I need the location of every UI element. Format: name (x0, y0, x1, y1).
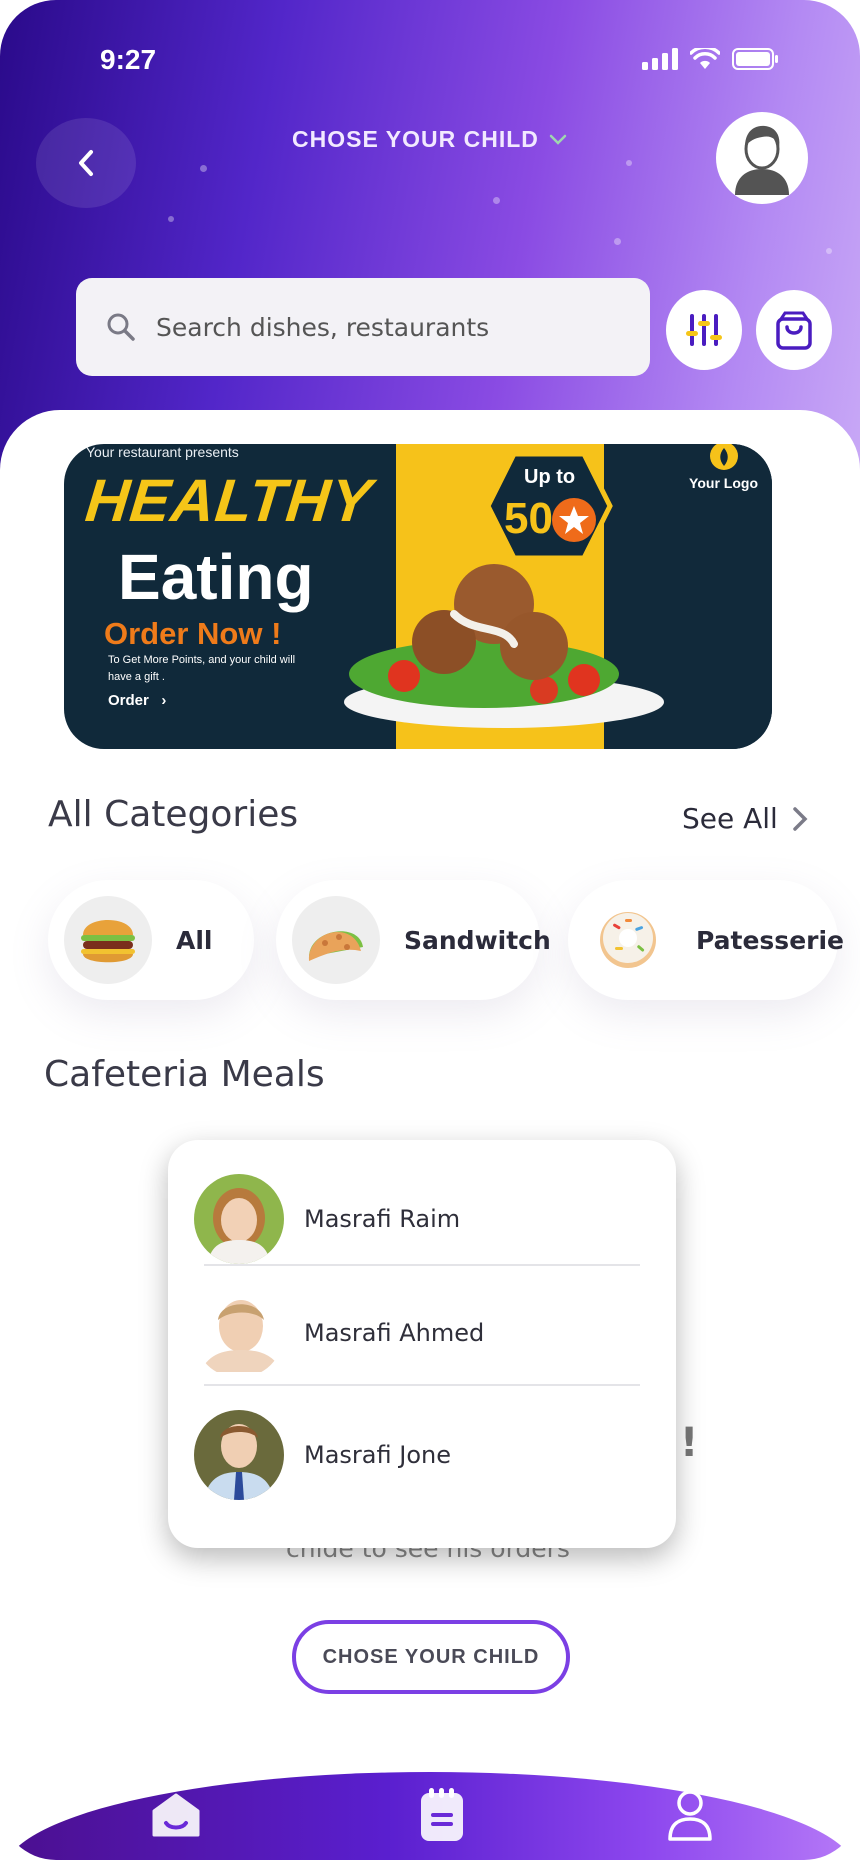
decor-dot (200, 165, 207, 172)
chevron-right-icon (793, 806, 808, 831)
see-all-link[interactable]: See All (682, 802, 808, 835)
burger-icon (64, 896, 152, 984)
battery-icon (732, 48, 778, 70)
decor-dot (626, 160, 632, 166)
child-dropdown-menu: Masrafi Raim Masrafi Ahmed Masrafi Jone (168, 1140, 676, 1548)
home-icon (152, 1793, 200, 1837)
banner-headline: HEALTHY (82, 467, 376, 534)
status-bar: 9:27 (0, 40, 860, 80)
promo-banner[interactable]: Your restaurant presents HEALTHY Eating … (64, 444, 772, 749)
chose-child-button[interactable]: CHOSE YOUR CHILD (292, 1620, 570, 1694)
banner-cta-text: To Get More Points, and your child will … (108, 654, 296, 683)
search-box[interactable] (76, 278, 650, 376)
decor-dot (493, 197, 500, 204)
profile-avatar-button[interactable] (716, 112, 808, 204)
category-patesserie[interactable]: Patesserie (568, 880, 844, 1000)
chevron-down-icon (549, 134, 567, 145)
phone-screen: 9:27 CHOSE YOUR CHILD Search dishes, res… (0, 0, 860, 1860)
row-divider (204, 1264, 640, 1266)
cafeteria-meals-title: Cafeteria Meals (44, 1054, 325, 1095)
leaf-logo-icon (709, 444, 738, 470)
banner-logo-text: Your Logo (689, 475, 758, 491)
search-icon (107, 313, 135, 341)
wifi-icon (690, 48, 720, 69)
search-input[interactable] (156, 312, 626, 342)
banner-cta-title: Order Now ! (104, 616, 282, 651)
child-name: Masrafi Jone (304, 1441, 451, 1469)
child-option-masrafi-ahmed[interactable]: Masrafi Ahmed (168, 1278, 676, 1388)
falafel-plate-icon (344, 564, 664, 728)
see-all-label: See All (682, 802, 778, 835)
status-time: 9:27 (100, 44, 157, 75)
status-icons (642, 48, 780, 70)
profile-icon (668, 1790, 712, 1841)
child-avatar (194, 1174, 284, 1264)
categories-title: All Categories (48, 794, 299, 835)
banner-presents-text: Your restaurant presents (86, 444, 239, 460)
nav-home[interactable] (136, 1782, 216, 1848)
decor-dot (614, 238, 621, 245)
decor-dot (168, 216, 174, 222)
child-option-masrafi-jone[interactable]: Masrafi Jone (168, 1400, 676, 1510)
donut-icon (584, 896, 672, 984)
chose-child-label: CHOSE YOUR CHILD (322, 1645, 540, 1668)
child-avatar (194, 1288, 284, 1378)
child-option-masrafi-raim[interactable]: Masrafi Raim (168, 1164, 676, 1274)
filter-button[interactable] (666, 290, 742, 370)
cart-button[interactable] (756, 290, 832, 370)
banner-food-image (334, 554, 674, 738)
chevron-left-icon (79, 150, 93, 176)
user-avatar-icon (735, 125, 789, 195)
child-avatar (194, 1410, 284, 1500)
chevron-right-icon: › (153, 692, 167, 709)
child-picker-dropdown[interactable]: CHOSE YOUR CHILD (292, 126, 567, 153)
shopping-bag-icon (776, 311, 812, 350)
category-label: Sandwitch (404, 925, 551, 955)
orders-icon (421, 1788, 463, 1841)
filter-sliders-icon (686, 314, 722, 346)
child-picker-label: CHOSE YOUR CHILD (292, 126, 539, 152)
category-all[interactable]: All (48, 880, 254, 1000)
banner-subheadline: Eating (118, 541, 314, 613)
category-sandwitch[interactable]: Sandwitch (276, 880, 551, 1000)
child-name: Masrafi Ahmed (304, 1319, 485, 1347)
row-divider (204, 1384, 640, 1386)
taco-icon (292, 896, 380, 984)
nav-profile[interactable] (650, 1782, 730, 1848)
discount-badge: Up to 50 (484, 450, 614, 562)
empty-state-mark: ! (680, 1420, 699, 1466)
back-button[interactable] (36, 118, 136, 208)
discount-upto-label: Up to (524, 466, 576, 488)
nav-orders[interactable] (402, 1782, 482, 1848)
signal-icon (642, 48, 678, 70)
discount-value: 50 (504, 494, 553, 543)
category-label: Patesserie (696, 925, 844, 955)
child-name: Masrafi Raim (304, 1205, 461, 1233)
banner-order-label: Order (108, 692, 149, 709)
decor-dot (826, 248, 832, 254)
banner-order-button[interactable]: Order › (108, 692, 166, 709)
banner-logo: Your Logo (689, 444, 758, 491)
category-label: All (176, 925, 213, 955)
